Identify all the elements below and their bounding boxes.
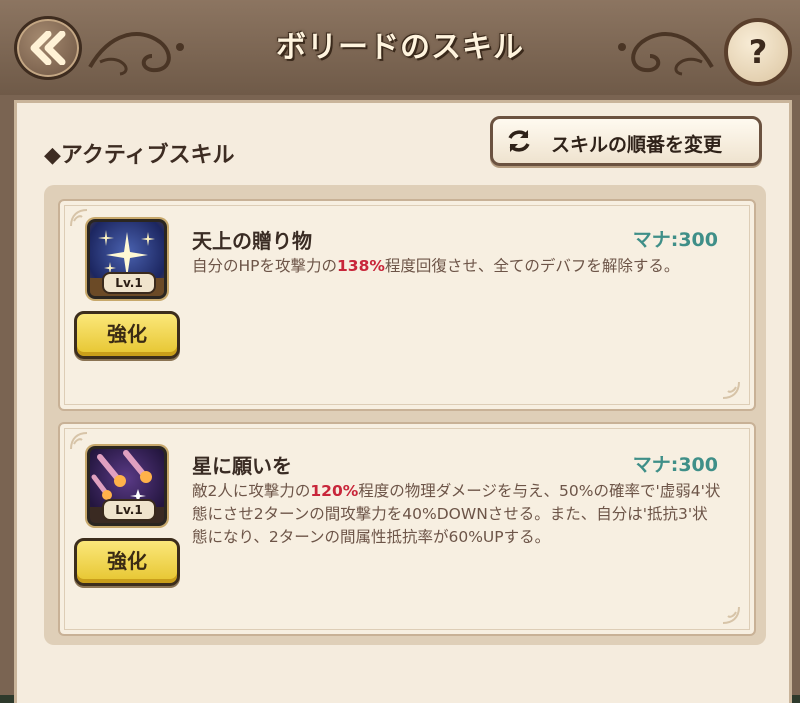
starlight-icon[interactable]: Lv.1 — [87, 219, 167, 299]
header-bar: ボリードのスキル ? — [0, 0, 800, 95]
change-order-label: スキルの順番を変更 — [551, 134, 723, 156]
desc-text: 程度回復させ、全てのデバフを解除する。 — [384, 257, 680, 275]
desc-text: 敵2人に攻撃力の — [192, 482, 311, 500]
level-badge: Lv.1 — [102, 272, 156, 294]
desc-text: 自分のHPを攻撃力の — [192, 257, 338, 275]
mana-cost: マナ:300 — [632, 229, 718, 251]
help-icon: ? — [748, 33, 768, 71]
change-order-button[interactable]: スキルの順番を変更 — [490, 116, 762, 166]
refresh-icon — [508, 130, 530, 152]
help-button[interactable]: ? — [724, 18, 792, 86]
desc-highlight: 120% — [310, 482, 359, 500]
desc-highlight: 138% — [337, 257, 385, 275]
skill-name: 天上の贈り物 — [192, 229, 312, 253]
skill-description: 自分のHPを攻撃力の138%程度回復させ、全てのデバフを解除する。 — [192, 255, 722, 278]
corner-ornament-icon — [722, 381, 740, 399]
upgrade-button[interactable]: 強化 — [74, 538, 180, 586]
corner-ornament-icon — [70, 432, 88, 450]
skill-name: 星に願いを — [192, 454, 292, 478]
upgrade-button[interactable]: 強化 — [74, 311, 180, 359]
corner-ornament-icon — [722, 606, 740, 624]
meteor-icon[interactable]: Lv.1 — [87, 446, 167, 526]
skill-card: Lv.1 強化 天上の贈り物 マナ:300 自分のHPを攻撃力の138%程度回復… — [58, 199, 756, 411]
skill-description: 敵2人に攻撃力の120%程度の物理ダメージを与え、50%の確率で'虚弱4'状態に… — [192, 480, 722, 549]
mana-cost: マナ:300 — [632, 454, 718, 476]
section-title: ◆アクティブスキル — [44, 143, 235, 168]
level-badge: Lv.1 — [102, 499, 156, 521]
skill-card: Lv.1 強化 星に願いを マナ:300 敵2人に攻撃力の120%程度の物理ダメ… — [58, 422, 756, 636]
page-title: ボリードのスキル — [276, 30, 524, 65]
